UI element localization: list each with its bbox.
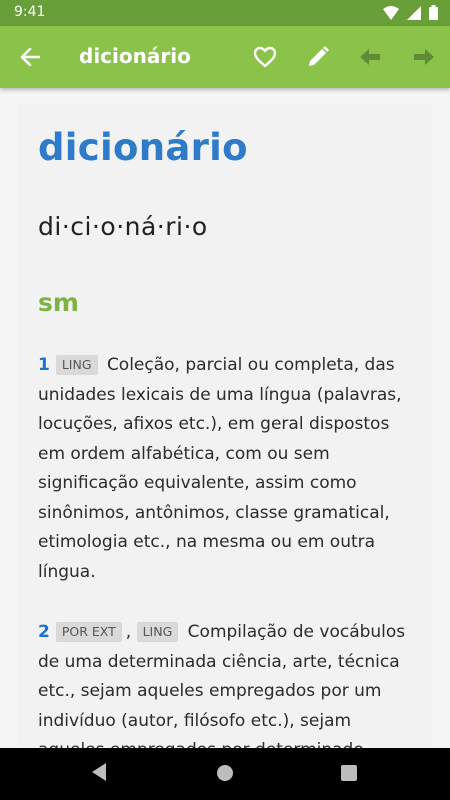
headword: dicionário [38, 126, 248, 169]
back-button[interactable] [14, 42, 46, 72]
arrow-right-icon [414, 49, 434, 65]
definition-number: 2 [38, 622, 50, 642]
definition-number: 1 [38, 355, 50, 375]
entry-card: dicionário di·ci·o·ná·ri·o sm 1 LING Cole… [18, 104, 432, 754]
usage-tag[interactable]: LING [55, 355, 98, 375]
battery-icon [429, 5, 438, 20]
definition-2: 2 POR EXT, LING Compilação de vocábulos d… [38, 618, 418, 754]
syllable-division: di·ci·o·ná·ri·o [38, 212, 208, 241]
favorite-button[interactable] [249, 42, 281, 72]
status-icons [383, 5, 438, 20]
arrow-back-icon [20, 48, 40, 66]
nav-back-icon[interactable] [90, 762, 108, 782]
status-time: 9:41 [14, 4, 46, 20]
part-of-speech: sm [38, 288, 79, 317]
definition-1: 1 LING Coleção, parcial ou completa, das … [38, 351, 418, 587]
edit-button[interactable] [302, 42, 334, 72]
status-bar: 9:41 [0, 0, 450, 26]
signal-icon [407, 5, 421, 20]
system-nav-bar [0, 748, 450, 800]
usage-tag[interactable]: LING [136, 622, 179, 642]
next-entry-button[interactable] [407, 42, 439, 72]
arrow-left-icon [360, 49, 380, 65]
usage-tag[interactable]: POR EXT [55, 622, 122, 642]
app-bar: dicionário [0, 26, 450, 88]
nav-home-icon[interactable] [217, 765, 233, 781]
wifi-icon [383, 5, 399, 20]
nav-recents-icon[interactable] [341, 765, 357, 781]
definition-text: Coleção, parcial ou completa, das unidad… [38, 355, 402, 582]
previous-entry-button[interactable] [355, 42, 387, 72]
app-title: dicionário [79, 44, 191, 68]
heart-icon [253, 46, 277, 68]
pencil-icon [309, 46, 329, 66]
